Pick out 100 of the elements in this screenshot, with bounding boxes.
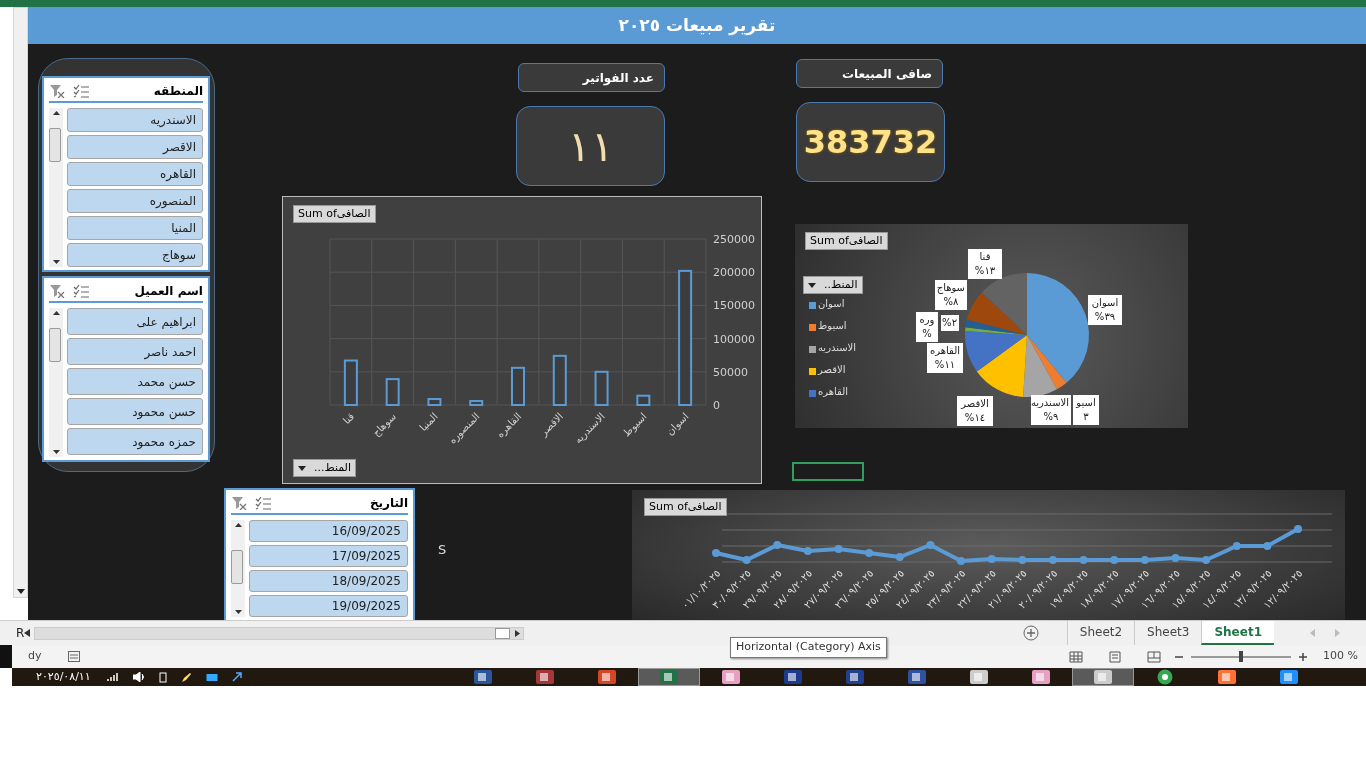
slicer-item[interactable]: الاقصر (67, 135, 203, 159)
axis-label: القاهره (494, 410, 524, 440)
bar (427, 398, 442, 406)
slicer-item[interactable]: المنصوره (67, 189, 203, 213)
legend-label: اسوان (818, 297, 845, 311)
page-break-icon (1147, 650, 1162, 663)
multi-select-icon (73, 284, 89, 298)
scrollbar[interactable] (13, 7, 28, 598)
axis-label: الاسندريه (572, 410, 607, 446)
kpi-value: 383732 (803, 122, 938, 163)
up-arrow-icon (52, 311, 60, 315)
zoom-in-icon (1299, 652, 1308, 661)
scrollbar[interactable] (34, 626, 525, 640)
signal-icon (106, 672, 119, 682)
slicer-title: اسم العميل (134, 283, 203, 300)
app-icon (471, 669, 494, 685)
value-field-button[interactable]: Sum ofالصافى (805, 232, 888, 250)
axis-label: 50000 (713, 365, 748, 379)
left-arrow-icon (24, 629, 31, 637)
axis-label: 100000 (713, 332, 755, 346)
axis-label: 200000 (713, 266, 755, 280)
up-arrow-icon (52, 111, 60, 115)
slicer-item[interactable]: 19/09/2025 (249, 595, 408, 617)
bar (343, 359, 358, 406)
selected-cell[interactable] (792, 462, 864, 481)
scrollbar[interactable] (231, 520, 245, 617)
slicer-item[interactable]: حسن محمود (67, 398, 203, 425)
slicer-item[interactable]: القاهره (67, 162, 203, 186)
slicer-item[interactable]: المنيا (67, 216, 203, 240)
value-field-button[interactable]: Sum ofالصافى (644, 498, 727, 516)
field-button[interactable]: المنط... (293, 459, 357, 477)
bar (552, 354, 567, 406)
axis-label: 0 (713, 399, 720, 412)
page-layout-icon (1108, 650, 1123, 663)
slicer-item[interactable]: حمزه محمود (67, 428, 203, 455)
slicer-title: التاريخ (369, 495, 408, 512)
app-icon (533, 669, 556, 685)
data-label: سوهاج ٨% (935, 280, 967, 310)
down-arrow-icon (52, 260, 60, 264)
slicer-item[interactable]: ابراهيم على (67, 308, 203, 335)
bar (511, 366, 525, 406)
axis-label: اسوان (664, 410, 691, 438)
data-label: اسوان ٣٩% (1088, 295, 1122, 325)
bar (469, 400, 484, 406)
scroll-thumb[interactable] (231, 550, 243, 584)
scrollbar[interactable] (49, 108, 63, 267)
name-box-text: R (16, 625, 25, 642)
axis-label: المنصوره (446, 410, 482, 446)
kpi-label: عدد الفواتير (518, 63, 665, 92)
bar (636, 394, 651, 406)
scroll-thumb[interactable] (49, 128, 61, 162)
slicer-item[interactable]: 18/09/2025 (249, 570, 408, 592)
multi-select-icon (73, 84, 89, 98)
legend-label: اسيوط (818, 319, 847, 333)
slicer-item[interactable]: حسن محمد (67, 368, 203, 395)
clear-filter-icon (231, 496, 247, 510)
axis-label: 250000 (713, 233, 755, 246)
up-arrow-icon (234, 523, 242, 527)
axis-label: المنيا (417, 410, 440, 434)
axis-label: سوهاج (370, 410, 399, 439)
app-icon (657, 669, 680, 685)
scrollbar[interactable] (49, 308, 63, 457)
pen-icon (180, 671, 192, 683)
clock-date[interactable]: ٢٠٢٥/٠٨/١١ (36, 668, 91, 686)
clear-filter-icon (49, 284, 65, 298)
report-title: تقرير مبيعات ٢٠٢٥ (618, 13, 776, 38)
left-arrow-icon (1310, 629, 1315, 637)
cell-text: S (438, 541, 447, 559)
macro-icon (67, 651, 80, 662)
zoom-level[interactable]: 100 % (1323, 648, 1358, 665)
data-label: القاهره ١١% (927, 343, 963, 373)
value-field-button[interactable]: Sum ofالصافى (293, 205, 376, 223)
bar (385, 378, 400, 406)
caret-icon (808, 282, 816, 288)
slider-thumb[interactable] (1239, 650, 1244, 662)
app-icon (1029, 669, 1052, 685)
slicer-title: المنطقه (153, 83, 203, 100)
axis-label: الاقصر (538, 410, 566, 438)
bar (594, 370, 609, 406)
arrow-icon (231, 672, 242, 682)
data-label: الاسندريه ٩% (1031, 395, 1071, 425)
battery-icon (158, 671, 167, 683)
slicer-item[interactable]: احمد ناصر (67, 338, 203, 365)
sheet-tab[interactable]: Sheet1 (1201, 621, 1274, 645)
scroll-thumb[interactable] (49, 328, 61, 362)
axis-label: قنا (340, 410, 357, 427)
legend-label: الاقصر (818, 363, 846, 377)
field-button[interactable]: المنط.. (803, 276, 863, 294)
slicer-item[interactable]: سوهاج (67, 243, 203, 267)
data-label: ٢% (941, 315, 959, 331)
normal-view-icon (1069, 650, 1084, 663)
app-icon (1091, 669, 1114, 685)
tooltip: Horizontal (Category) Axis (730, 637, 887, 658)
app-icon (905, 669, 928, 685)
slicer-item[interactable]: الاسندريه (67, 108, 203, 132)
slicer-item[interactable]: 17/09/2025 (249, 545, 408, 567)
kpi-label: صافى المبيعات (796, 59, 943, 88)
multi-select-icon (255, 496, 271, 510)
slicer-item[interactable]: 16/09/2025 (249, 520, 408, 542)
keyboard-icon (205, 672, 218, 682)
